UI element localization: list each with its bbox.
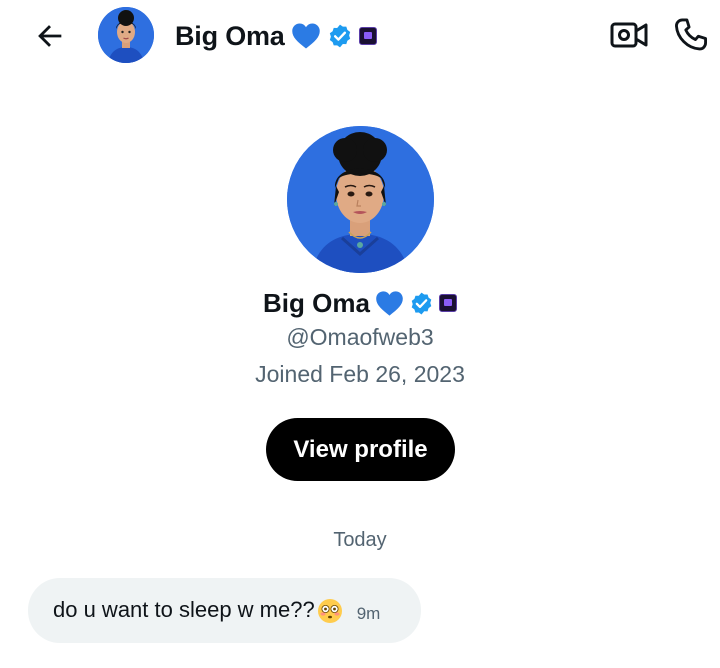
verified-badge-icon — [409, 291, 434, 316]
blue-heart-icon — [291, 22, 321, 50]
avatar-illustration — [98, 7, 154, 63]
blue-heart-icon — [375, 290, 404, 317]
flushed-face-icon — [317, 598, 343, 624]
profile-avatar[interactable] — [287, 126, 434, 273]
header-title[interactable]: Big Oma — [175, 16, 377, 56]
phone-icon — [675, 18, 707, 51]
header-avatar[interactable] — [98, 7, 154, 63]
header-name: Big Oma — [175, 20, 285, 51]
video-call-button[interactable] — [606, 14, 652, 56]
profile-name: Big Oma — [263, 287, 370, 318]
message-timestamp: 9m — [356, 603, 381, 623]
affiliate-badge-icon — [358, 27, 377, 45]
profile-joined-date: Joined Feb 26, 2023 — [255, 361, 465, 387]
verified-badge-icon — [327, 23, 353, 49]
back-button[interactable] — [28, 14, 72, 58]
avatar-illustration — [287, 126, 434, 273]
profile-handle: @Omaofweb3 — [286, 324, 434, 350]
arrow-left-icon — [38, 25, 62, 47]
view-profile-button[interactable]: View profile — [266, 418, 455, 481]
phone-call-button[interactable] — [668, 12, 714, 58]
video-camera-icon — [610, 22, 648, 48]
message-body: do u want to sleep w me?? — [53, 596, 315, 622]
date-divider: Today — [333, 529, 387, 551]
message-text: do u want to sleep w me?? — [53, 597, 343, 624]
profile-name-row: Big Oma — [0, 284, 720, 322]
message-bubble[interactable]: do u want to sleep w me?? 9m — [28, 578, 421, 643]
affiliate-badge-icon — [438, 294, 457, 312]
